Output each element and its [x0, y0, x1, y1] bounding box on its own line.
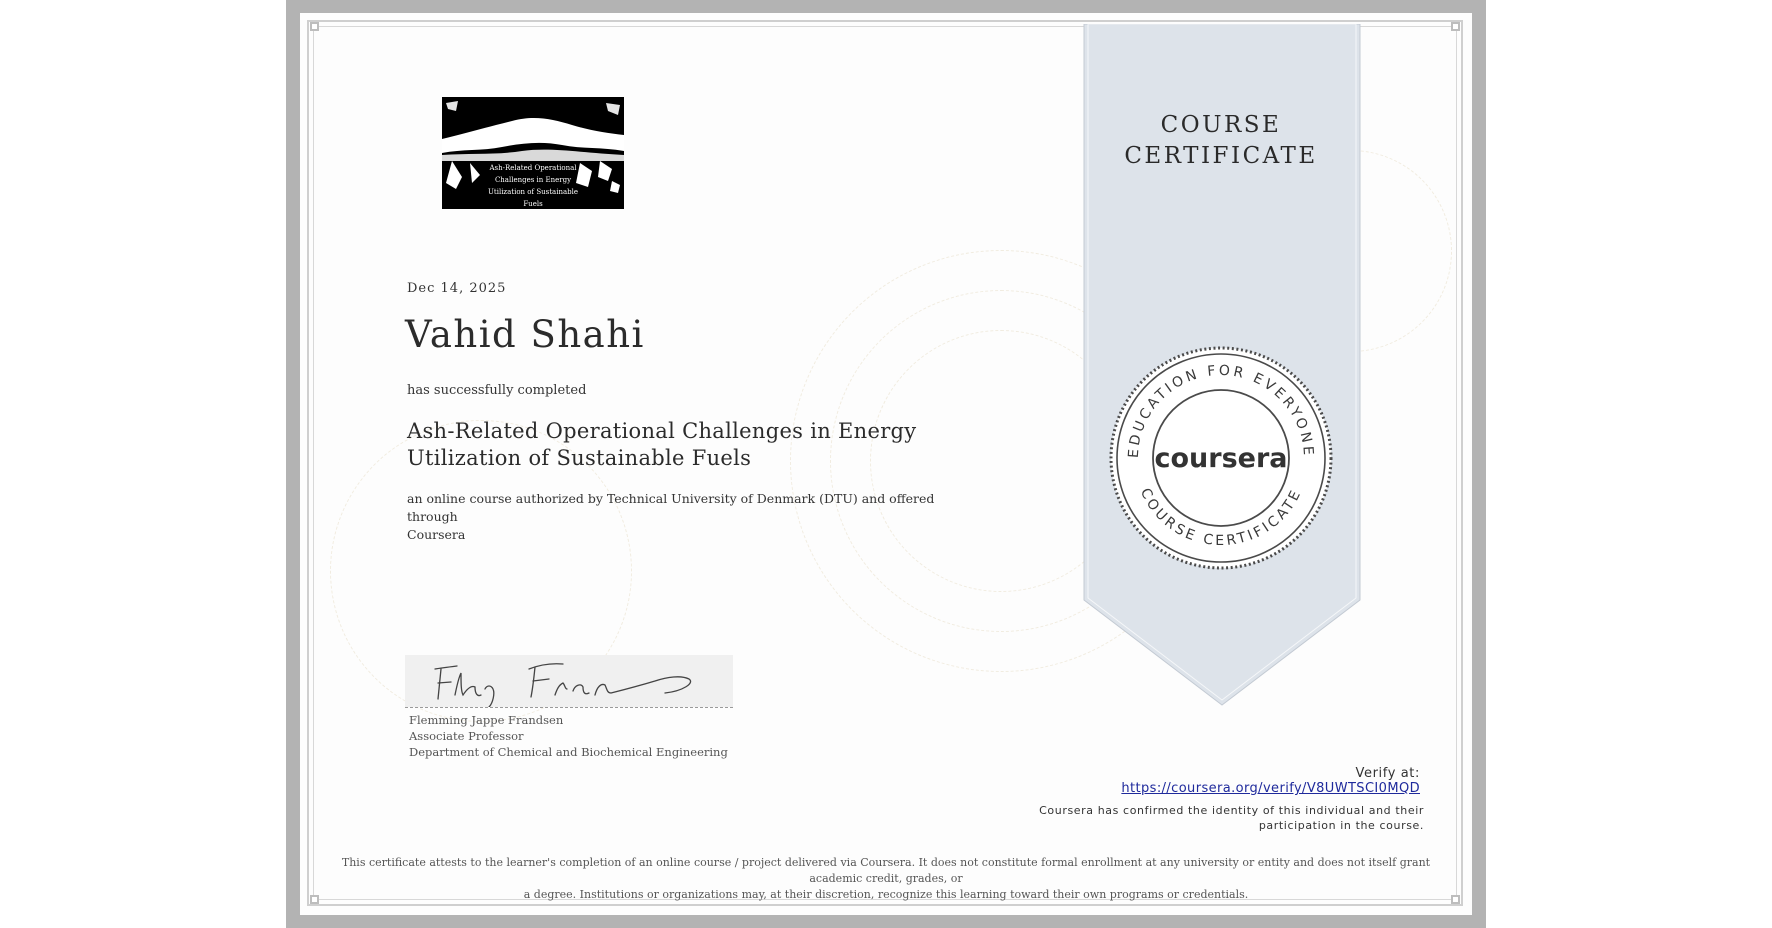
- course-logo-caption: Ash-Related Operational Challenges in En…: [442, 162, 624, 209]
- disclaimer-line: a degree. Institutions or organizations …: [523, 888, 1249, 901]
- badge-line-certificate: CERTIFICATE: [1124, 143, 1318, 169]
- signature-image: [405, 655, 733, 708]
- course-title-line: Utilization of Sustainable Fuels: [407, 446, 752, 470]
- verify-link[interactable]: https://coursera.org/verify/V8UWTSCI0MQD: [1050, 781, 1420, 796]
- coursera-logo: coursera: [1154, 443, 1287, 474]
- recipient-name: Vahid Shahi: [405, 313, 645, 356]
- verify-note: Coursera has confirmed the identity of t…: [1020, 803, 1424, 833]
- border-corner-top-left: [310, 22, 319, 31]
- coursera-seal: EDUCATION FOR EVERYONE COURSE CERTIFICAT…: [1109, 346, 1333, 570]
- authorization-statement: an online course authorized by Technical…: [407, 490, 967, 544]
- course-title-line: Ash-Related Operational Challenges in En…: [407, 419, 917, 443]
- course-title: Ash-Related Operational Challenges in En…: [407, 418, 967, 472]
- handwritten-signature: [434, 663, 692, 708]
- logo-caption-line: Ash-Related Operational: [489, 164, 577, 172]
- border-corner-bottom-left: [310, 895, 319, 904]
- logo-caption-line: Fuels: [523, 200, 543, 208]
- signer-title: Associate Professor: [409, 729, 524, 743]
- certificate-disclaimer: This certificate attests to the learner'…: [330, 855, 1442, 903]
- disclaimer-line: This certificate attests to the learner'…: [341, 856, 1431, 885]
- authorization-line: Coursera: [407, 527, 466, 542]
- completion-statement: has successfully completed: [407, 383, 587, 398]
- border-corner-top-right: [1451, 22, 1460, 31]
- signer-department: Department of Chemical and Biochemical E…: [409, 745, 728, 759]
- badge-line-course: COURSE: [1160, 112, 1282, 138]
- verify-label: Verify at:: [1355, 766, 1420, 781]
- course-certificate-badge: COURSE CERTIFICATE: [1083, 110, 1359, 172]
- issue-date: Dec 14, 2025: [407, 281, 507, 296]
- verify-note-line: Coursera has confirmed the identity of t…: [1039, 804, 1424, 817]
- certificate-page: COURSE CERTIFICATE EDUCATION FOR EVERYON…: [0, 0, 1772, 928]
- signature-line: [405, 707, 733, 708]
- border-corner-bottom-right: [1451, 895, 1460, 904]
- course-logo: Ash-Related Operational Challenges in En…: [442, 97, 624, 209]
- logo-caption-line: Utilization of Sustainable: [488, 188, 578, 196]
- signer-name: Flemming Jappe Frandsen: [409, 713, 564, 727]
- logo-caption-line: Challenges in Energy: [494, 176, 572, 184]
- verify-note-line: participation in the course.: [1258, 819, 1424, 832]
- authorization-line: an online course authorized by Technical…: [407, 491, 935, 524]
